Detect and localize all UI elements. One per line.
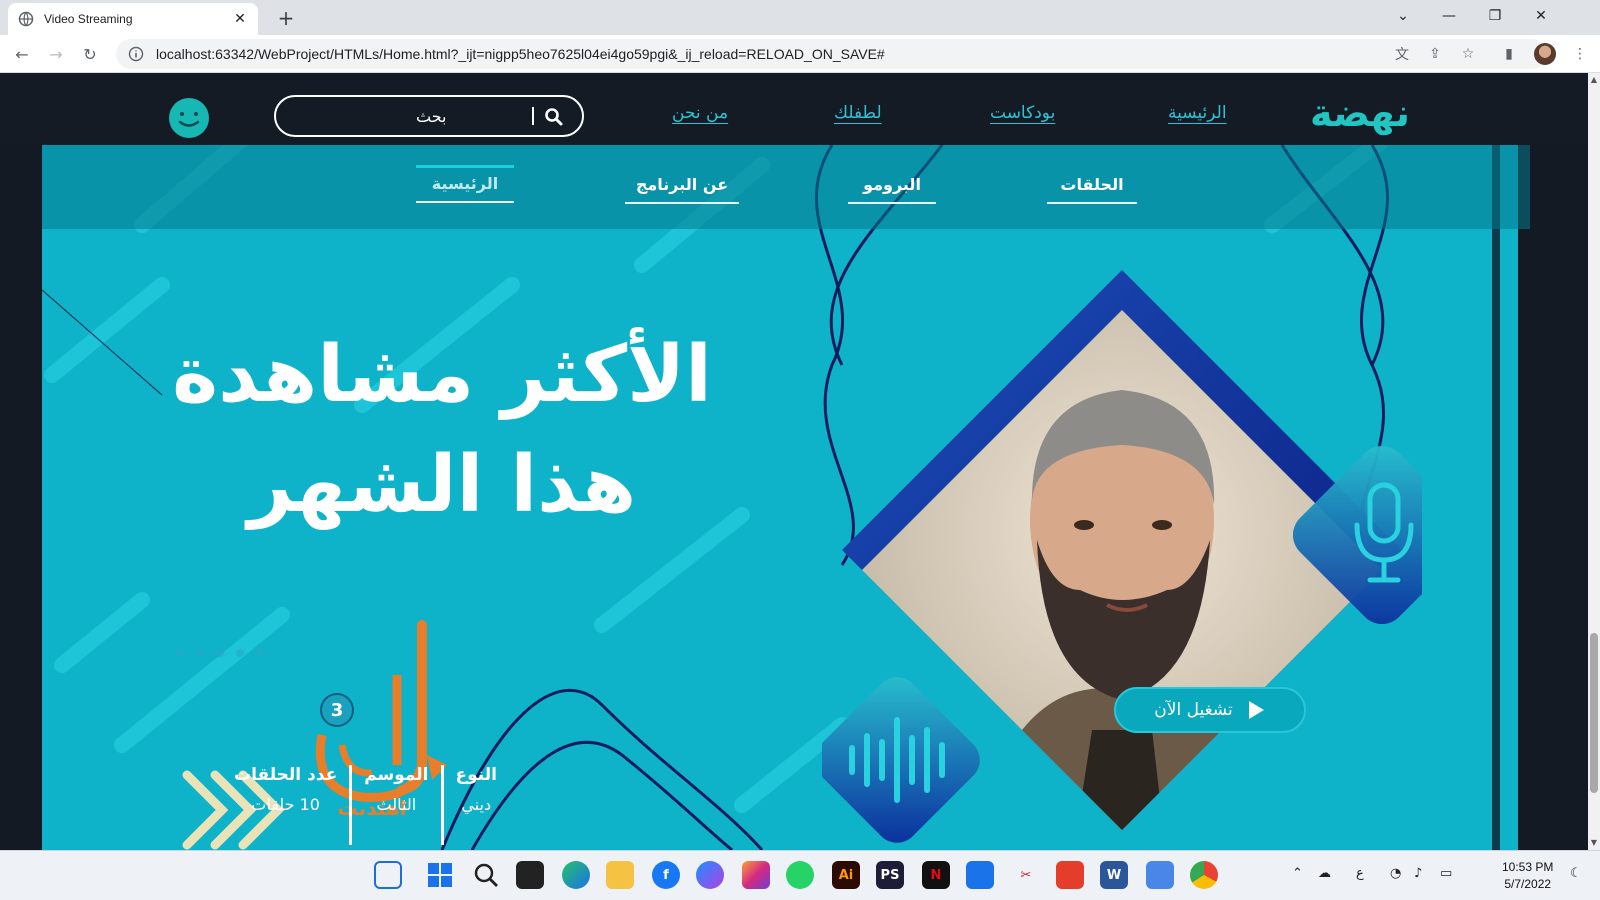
featured-host-artwork: [822, 270, 1422, 843]
program-tab-about[interactable]: عن البرنامج: [625, 175, 739, 204]
program-tab-promo[interactable]: البرومو: [848, 175, 936, 204]
back-button[interactable]: ←: [10, 42, 34, 66]
nav-for-your-child[interactable]: لطفلك: [834, 103, 882, 123]
input-language[interactable]: ع: [1356, 866, 1364, 881]
new-tab-button[interactable]: +: [272, 5, 300, 31]
translate-icon[interactable]: 文: [1392, 44, 1412, 64]
address-bar[interactable]: localhost:63342/WebProject/HTMLs/Home.ht…: [116, 39, 1547, 69]
site-header: نهضة الرئيسية بودكاست لطفلك من نحن بحث: [0, 73, 1588, 145]
start-icon[interactable]: [426, 861, 454, 889]
restore-button[interactable]: ❐: [1472, 0, 1518, 32]
tab-search-icon[interactable]: ⌄: [1380, 0, 1426, 32]
task-view-icon[interactable]: [516, 861, 544, 889]
side-panel-icon[interactable]: ▮: [1499, 44, 1519, 64]
meta-season-value: الثالث: [376, 795, 417, 814]
nav-home[interactable]: الرئيسية: [1168, 103, 1227, 123]
bookmark-star-icon[interactable]: ☆: [1458, 44, 1478, 64]
brand-badge-number: 3: [331, 700, 344, 721]
edge-icon[interactable]: [562, 861, 590, 889]
nav-podcast[interactable]: بودكاست: [990, 103, 1055, 123]
onedrive-icon[interactable]: ☁: [1318, 866, 1331, 881]
facebook-icon[interactable]: f: [652, 861, 680, 889]
phpstorm-icon[interactable]: PS: [876, 861, 904, 889]
globe-icon: [18, 11, 34, 27]
word-icon[interactable]: W: [1100, 861, 1128, 889]
nav-about-us[interactable]: من نحن: [672, 103, 728, 123]
file-explorer-icon[interactable]: [606, 861, 634, 889]
search-taskbar-icon[interactable]: [472, 861, 500, 889]
scroll-up-arrow-icon[interactable]: ▲: [1589, 75, 1599, 85]
whatsapp-icon[interactable]: [786, 861, 814, 889]
program-tab-episodes[interactable]: الحلقات: [1047, 175, 1137, 204]
tab-title: Video Streaming: [44, 12, 133, 26]
page-scrollbar[interactable]: ▲ ▼: [1588, 73, 1600, 850]
meta-genre-label: النوع: [455, 765, 497, 785]
play-icon: [1248, 701, 1264, 719]
browser-toolbar: ← → ↻ localhost:63342/WebProject/HTMLs/H…: [0, 35, 1600, 73]
meta-episodes-label: عدد الحلقات: [234, 765, 338, 785]
info-icon[interactable]: [128, 46, 144, 62]
snipping-tool-icon[interactable]: ✂: [1012, 861, 1040, 889]
clock-date: 5/7/2022: [1504, 877, 1552, 891]
play-now-button[interactable]: تشغيل الآن: [1114, 687, 1306, 733]
clock-time: 10:53 PM: [1502, 860, 1554, 874]
search-icon[interactable]: [544, 107, 564, 127]
close-window-button[interactable]: ✕: [1518, 0, 1564, 32]
site-logo[interactable]: نهضة: [1310, 91, 1410, 135]
minimize-button[interactable]: —: [1426, 0, 1472, 32]
battery-icon[interactable]: ▭: [1440, 866, 1452, 881]
search-input[interactable]: بحث: [416, 107, 447, 126]
forward-button[interactable]: →: [44, 42, 68, 66]
share-icon[interactable]: ⇪: [1425, 44, 1445, 64]
profile-avatar[interactable]: [1534, 43, 1556, 65]
browser-tab[interactable]: Video Streaming ✕: [8, 3, 258, 35]
scrollbar-thumb[interactable]: [1590, 633, 1598, 793]
meta-season: الموسم الثالث: [349, 765, 440, 845]
messenger-icon[interactable]: [696, 861, 724, 889]
program-tab-home[interactable]: الرئيسية: [416, 165, 514, 203]
notepad-icon[interactable]: [1146, 861, 1174, 889]
meta-episodes: عدد الحلقات 10 حلقات: [222, 765, 349, 845]
volume-muted-icon[interactable]: ♪: [1414, 866, 1422, 881]
search-box[interactable]: بحث: [274, 95, 584, 137]
url-text: localhost:63342/WebProject/HTMLs/Home.ht…: [156, 46, 885, 62]
search-divider: [532, 107, 534, 125]
wifi-icon[interactable]: ◔: [1390, 866, 1401, 881]
headline-line-1: الأكثر مشاهدة: [172, 330, 712, 420]
program-nav-bar: [42, 145, 1530, 229]
tray-overflow-icon[interactable]: ⌃: [1292, 866, 1303, 881]
hero-banner: الحلقات البرومو عن البرنامج الرئيسية الأ…: [42, 145, 1530, 850]
chrome-icon[interactable]: [1190, 861, 1218, 889]
menu-kebab-icon[interactable]: ⋮: [1570, 44, 1590, 64]
instagram-icon[interactable]: [742, 861, 770, 889]
play-now-label: تشغيل الآن: [1154, 700, 1233, 720]
reload-button[interactable]: ↻: [78, 42, 102, 66]
hero-headline: الأكثر مشاهدة هذا الشهر: [102, 320, 782, 540]
netflix-icon[interactable]: N: [922, 861, 950, 889]
windows-taskbar: f Ai PS N ✂ W ⌃ ☁ ع ◔ ♪ ▭ 10:53 PM 5/7/2…: [0, 850, 1600, 900]
system-clock[interactable]: 10:53 PM 5/7/2022: [1502, 859, 1553, 893]
meta-genre: النوع ديني: [440, 765, 509, 845]
scroll-down-arrow-icon[interactable]: ▼: [1589, 838, 1599, 848]
store-icon[interactable]: [966, 861, 994, 889]
headline-line-2: هذا الشهر: [247, 440, 637, 530]
tab-strip: Video Streaming ✕ + ⌄ — ❐ ✕: [0, 0, 1600, 35]
close-tab-icon[interactable]: ✕: [232, 11, 248, 27]
meta-season-label: الموسم: [364, 765, 429, 785]
illustrator-icon[interactable]: Ai: [832, 861, 860, 889]
office-icon[interactable]: [1056, 861, 1084, 889]
meta-genre-value: ديني: [461, 795, 492, 814]
widgets-icon[interactable]: [374, 861, 402, 889]
notification-icon[interactable]: ☾: [1570, 866, 1582, 881]
meta-episodes-value: 10 حلقات: [251, 795, 320, 814]
smiley-profile-icon[interactable]: [168, 97, 210, 139]
web-page: نهضة الرئيسية بودكاست لطفلك من نحن بحث ا…: [0, 73, 1588, 850]
program-meta: النوع ديني الموسم الثالث عدد الحلقات 10 …: [222, 765, 509, 845]
